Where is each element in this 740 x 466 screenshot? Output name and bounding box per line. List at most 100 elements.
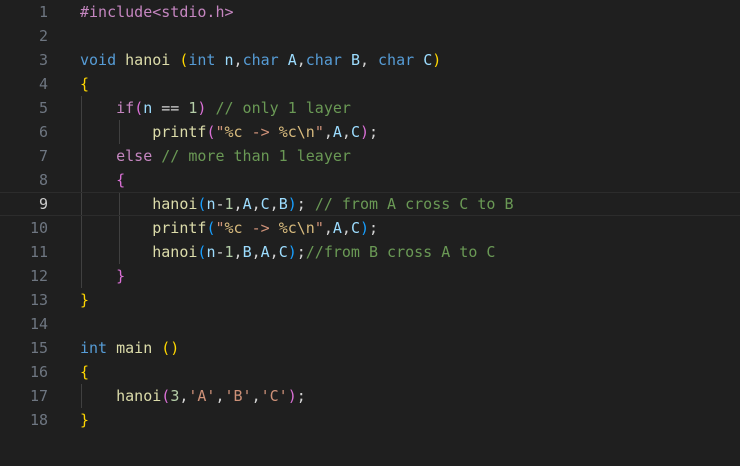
code-line[interactable]: 11 hanoi(n-1,B,A,C);//from B cross A to … bbox=[0, 240, 740, 264]
code-line[interactable]: 1 #include<stdio.h> bbox=[0, 0, 740, 24]
code-line[interactable]: 5 if(n == 1) // only 1 layer bbox=[0, 96, 740, 120]
code-text: printf("%c -> %c\n",A,C); bbox=[80, 216, 378, 240]
line-number: 15 bbox=[29, 339, 48, 357]
code-token: %c bbox=[224, 123, 243, 141]
code-token: , bbox=[251, 195, 261, 213]
code-line[interactable]: 15 int main () bbox=[0, 336, 740, 360]
code-token: ) bbox=[287, 387, 297, 405]
code-token: - bbox=[215, 195, 225, 213]
code-token: char bbox=[242, 51, 279, 69]
line-number: 2 bbox=[38, 27, 48, 45]
code-token: ) bbox=[432, 51, 442, 69]
code-line[interactable]: 12 } bbox=[0, 264, 740, 288]
code-line[interactable]: 17 hanoi(3,'A','B','C'); bbox=[0, 384, 740, 408]
line-number: 11 bbox=[29, 243, 48, 261]
code-line[interactable]: 6 printf("%c -> %c\n",A,C); bbox=[0, 120, 740, 144]
code-token: C bbox=[350, 123, 360, 141]
code-token: char bbox=[305, 51, 342, 69]
line-number: 17 bbox=[29, 387, 48, 405]
code-token: -> bbox=[242, 123, 279, 141]
code-line[interactable]: 8 { bbox=[0, 168, 740, 192]
code-token: , bbox=[323, 219, 333, 237]
code-token: == bbox=[152, 99, 189, 117]
code-token: n bbox=[224, 51, 234, 69]
code-token: { bbox=[80, 75, 90, 93]
code-token: %c\n bbox=[278, 219, 315, 237]
code-line[interactable]: 18} bbox=[0, 408, 740, 432]
code-token: printf bbox=[152, 219, 207, 237]
code-line[interactable]: 4{ bbox=[0, 72, 740, 96]
code-line[interactable]: 16 { bbox=[0, 360, 740, 384]
code-token: //from B cross A to C bbox=[305, 243, 496, 261]
code-token: B bbox=[350, 51, 360, 69]
code-token: ) bbox=[359, 219, 369, 237]
code-text: else // more than 1 leayer bbox=[80, 144, 351, 168]
code-token: ) bbox=[287, 195, 297, 213]
code-token: int bbox=[188, 51, 216, 69]
code-text: { bbox=[80, 360, 89, 384]
code-token: // from A cross C to B bbox=[314, 195, 514, 213]
code-token: A bbox=[242, 195, 252, 213]
code-token: n bbox=[143, 99, 153, 117]
line-number: 14 bbox=[29, 315, 48, 333]
code-token: , bbox=[233, 243, 243, 261]
code-token: , bbox=[233, 195, 243, 213]
line-number: 1 bbox=[38, 3, 48, 21]
code-text: { bbox=[80, 168, 125, 192]
line-number: 4 bbox=[38, 75, 48, 93]
line-number: 10 bbox=[29, 219, 48, 237]
code-token: hanoi bbox=[152, 243, 198, 261]
code-token: , bbox=[359, 51, 379, 69]
code-line[interactable]: 7 else // more than 1 leayer bbox=[0, 144, 740, 168]
code-token: , bbox=[341, 219, 351, 237]
code-token: ) bbox=[359, 123, 369, 141]
code-token: , bbox=[269, 195, 279, 213]
line-number: 5 bbox=[38, 99, 48, 117]
code-token: #include<stdio.h> bbox=[80, 3, 234, 21]
code-token: " bbox=[215, 123, 225, 141]
code-line[interactable]: 2 bbox=[0, 24, 740, 48]
code-text: #include<stdio.h> bbox=[80, 0, 234, 24]
code-line[interactable]: 14 bbox=[0, 312, 740, 336]
code-token: C bbox=[350, 219, 360, 237]
code-token: // only 1 layer bbox=[215, 99, 351, 117]
code-token: -> bbox=[242, 219, 279, 237]
code-token: hanoi bbox=[125, 51, 171, 69]
line-number: 16 bbox=[29, 363, 48, 381]
code-token: , bbox=[251, 243, 261, 261]
code-token: , bbox=[233, 51, 243, 69]
code-token: else bbox=[116, 147, 153, 165]
code-token: C bbox=[278, 243, 288, 261]
code-token: printf bbox=[152, 123, 207, 141]
code-token: , bbox=[215, 387, 225, 405]
line-number: 8 bbox=[38, 171, 48, 189]
code-line[interactable]: 10 printf("%c -> %c\n",A,C); bbox=[0, 216, 740, 240]
code-token: 3 bbox=[170, 387, 180, 405]
code-token: " bbox=[215, 219, 225, 237]
code-token: %c\n bbox=[278, 123, 315, 141]
line-number: 3 bbox=[38, 51, 48, 69]
code-line[interactable]: 9 hanoi(n-1,A,C,B); // from A cross C to… bbox=[0, 192, 740, 216]
code-token: ) bbox=[287, 243, 297, 261]
code-line[interactable]: 13} bbox=[0, 288, 740, 312]
code-editor[interactable]: 1 #include<stdio.h> 2 3 void hanoi (int n,ch… bbox=[0, 0, 740, 466]
code-token: ( bbox=[134, 99, 144, 117]
code-token: B bbox=[242, 243, 252, 261]
code-line[interactable]: 3 void hanoi (int n,char A,char B, char C… bbox=[0, 48, 740, 72]
code-token: %c bbox=[224, 219, 243, 237]
code-token: void bbox=[80, 51, 117, 69]
code-token: " bbox=[314, 123, 324, 141]
line-number: 18 bbox=[29, 411, 48, 429]
code-token: 1 bbox=[224, 195, 234, 213]
code-text: { bbox=[80, 72, 89, 96]
code-token: int bbox=[80, 339, 108, 357]
code-token: A bbox=[332, 219, 342, 237]
line-number: 6 bbox=[38, 123, 48, 141]
